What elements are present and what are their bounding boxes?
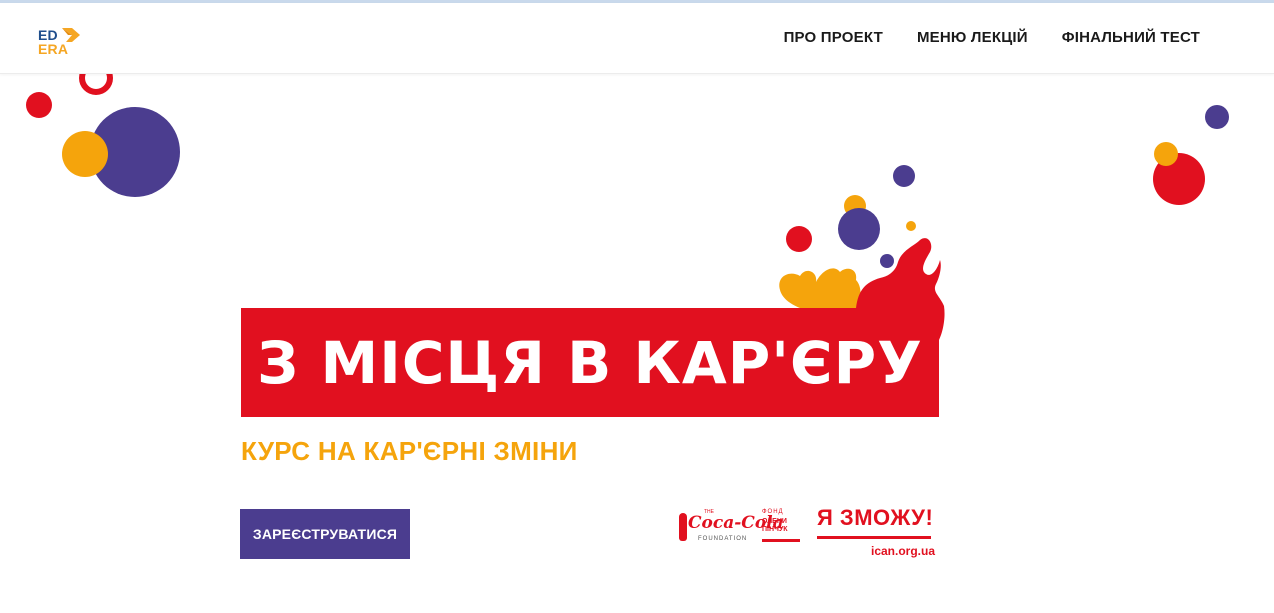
ican-underline [817, 536, 931, 539]
splash-dot-purple-small [880, 254, 894, 268]
hero-title: З МІСЦЯ В КАР'ЄРУ [257, 328, 923, 397]
splash-dot-red [786, 226, 812, 252]
pinchuk-line1: ОЛЕНИ [762, 518, 787, 525]
register-button[interactable]: ЗАРЕЄСТРУВАТИСЯ [240, 509, 410, 559]
partner-logos: THE Coca-Cola FOUNDATION ФОНД ОЛЕНИ ПІНЧ… [676, 505, 936, 561]
coca-cola-bottle-icon [679, 513, 687, 541]
decorative-shapes [26, 61, 1229, 340]
splash-orange [779, 268, 861, 308]
ican-url[interactable]: ican.org.ua [871, 544, 935, 558]
deco-dot-red [26, 92, 52, 118]
splash-dot-orange [844, 195, 866, 217]
logo-text-ed: ED [38, 27, 58, 43]
main-nav: ПРО ПРОЕКТ МЕНЮ ЛЕКЦІЙ ФІНАЛЬНИЙ ТЕСТ [784, 29, 1200, 46]
hero-subtitle: КУРС НА КАР'ЄРНІ ЗМІНИ [241, 436, 578, 466]
coca-cola-foundation-logo[interactable]: THE Coca-Cola FOUNDATION [676, 507, 784, 547]
pinchuk-top-text: ФОНД [762, 509, 784, 515]
deco-circle-orange [62, 131, 108, 177]
logo-text-era: ERA [38, 41, 69, 57]
ican-slogan: Я ЗМОЖУ! [817, 505, 934, 530]
hero-title-banner: З МІСЦЯ В КАР'ЄРУ [241, 308, 939, 417]
pinchuk-foundation-logo[interactable]: ФОНД ОЛЕНИ ПІНЧУК [762, 509, 800, 543]
nav-link-lectures[interactable]: МЕНЮ ЛЕКЦІЙ [917, 29, 1028, 46]
pinchuk-name: ОЛЕНИ ПІНЧУК [762, 518, 788, 534]
pinchuk-line2: ПІНЧУК [762, 526, 788, 533]
deco-dot-orange-right [1154, 142, 1178, 166]
splash-dot-orange-small [906, 221, 916, 231]
deco-circle-purple [90, 107, 180, 197]
splash-circle-purple [838, 208, 880, 250]
nav-link-final-test[interactable]: ФІНАЛЬНИЙ ТЕСТ [1062, 29, 1200, 46]
splash-dot-purple-top [893, 165, 915, 187]
edera-logo[interactable]: ED ERA [38, 24, 82, 58]
site-header: ED ERA ПРО ПРОЕКТ МЕНЮ ЛЕКЦІЙ ФІНАЛЬНИЙ … [0, 3, 1274, 74]
deco-dot-purple-right [1205, 105, 1229, 129]
deco-circle-red-right [1153, 153, 1205, 205]
nav-link-about[interactable]: ПРО ПРОЕКТ [784, 29, 883, 46]
pinchuk-underline [762, 539, 800, 542]
logo-arrow-icon [62, 28, 80, 42]
coca-cola-foundation-text: FOUNDATION [698, 536, 748, 542]
